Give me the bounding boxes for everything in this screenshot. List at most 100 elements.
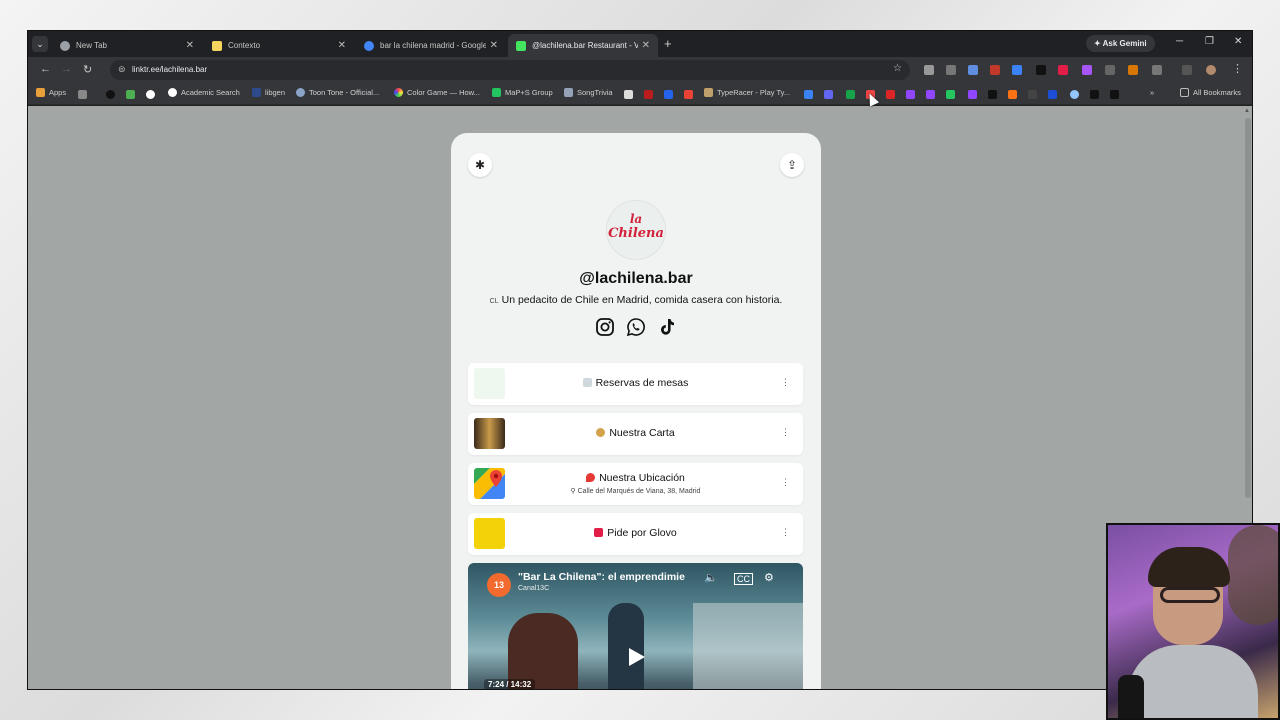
tiktok-icon[interactable] bbox=[988, 90, 997, 99]
tiktok-icon[interactable] bbox=[657, 317, 677, 337]
bookmark-icon[interactable] bbox=[664, 90, 673, 99]
forward-icon[interactable]: → bbox=[61, 63, 72, 75]
link-reservas[interactable]: Reservas de mesas ⋮ bbox=[468, 363, 803, 405]
bookmark-icon[interactable] bbox=[106, 90, 115, 99]
close-window-icon[interactable]: ✕ bbox=[1234, 36, 1242, 47]
bookmark-apps[interactable]: Apps bbox=[36, 88, 66, 97]
scrollbar-thumb[interactable] bbox=[1245, 118, 1251, 498]
restore-icon[interactable]: ❐ bbox=[1205, 36, 1214, 47]
grid-icon[interactable] bbox=[78, 90, 87, 99]
reading-list-icon[interactable] bbox=[1182, 65, 1192, 75]
extension-icon[interactable] bbox=[924, 65, 934, 75]
puzzle-icon[interactable] bbox=[1152, 65, 1162, 75]
tab-contexto[interactable]: Contexto ✕ bbox=[204, 34, 354, 57]
link-text: Nuestra Ubicación bbox=[599, 472, 685, 484]
bookmark-icon[interactable] bbox=[1070, 90, 1079, 99]
bookmark-typeracer[interactable]: TypeRacer - Play Ty... bbox=[704, 88, 790, 97]
extension-icon[interactable] bbox=[1105, 65, 1115, 75]
more-options-icon[interactable]: ⋮ bbox=[781, 527, 790, 538]
bookmark-icon[interactable] bbox=[1008, 90, 1017, 99]
close-icon[interactable]: ✕ bbox=[642, 40, 650, 51]
twitch-icon[interactable] bbox=[968, 90, 977, 99]
twitch-icon[interactable] bbox=[926, 90, 935, 99]
link-carta[interactable]: Nuestra Carta ⋮ bbox=[468, 413, 803, 455]
bookmark-toon-tone[interactable]: Toon Tone - Official... bbox=[296, 88, 379, 97]
bookmark-star-icon[interactable]: ☆ bbox=[893, 63, 902, 74]
new-tab-button[interactable]: + bbox=[664, 36, 672, 51]
instagram-icon[interactable] bbox=[595, 317, 615, 337]
close-icon[interactable]: ✕ bbox=[338, 40, 346, 51]
bookmark-libgen[interactable]: libgen bbox=[252, 88, 285, 97]
captions-icon[interactable]: CC bbox=[734, 573, 753, 585]
all-bookmarks[interactable]: All Bookmarks bbox=[1180, 88, 1241, 97]
more-options-icon[interactable]: ⋮ bbox=[781, 377, 790, 388]
link-text: Nuestra Carta bbox=[609, 427, 675, 439]
link-text: Reservas de mesas bbox=[595, 377, 689, 389]
reload-icon[interactable]: ↻ bbox=[83, 63, 92, 76]
scroll-up-icon[interactable]: ▲ bbox=[1244, 108, 1250, 114]
whatsapp-icon[interactable] bbox=[626, 317, 646, 337]
extension-icon[interactable] bbox=[1082, 65, 1092, 75]
linktree-logo-icon[interactable]: ✱ bbox=[468, 153, 492, 177]
more-options-icon[interactable]: ⋮ bbox=[781, 477, 790, 488]
minimize-icon[interactable]: ─ bbox=[1176, 36, 1183, 47]
video-player[interactable]: 13 "Bar La Chilena": el emprendimie Cana… bbox=[468, 563, 803, 689]
site-info-icon[interactable]: ⊜ bbox=[118, 64, 126, 75]
twitch-icon[interactable] bbox=[906, 90, 915, 99]
x-icon[interactable] bbox=[1110, 90, 1119, 99]
bookmark-icon[interactable] bbox=[644, 90, 653, 99]
link-ubicacion[interactable]: Nuestra Ubicación ⚲ Calle del Marqués de… bbox=[468, 463, 803, 505]
extension-icon[interactable] bbox=[1012, 65, 1022, 75]
avatar[interactable] bbox=[1206, 65, 1216, 75]
kick-icon[interactable] bbox=[946, 90, 955, 99]
extension-icon[interactable] bbox=[990, 65, 1000, 75]
bookmark-icon[interactable] bbox=[1028, 90, 1037, 99]
tab-search-icon[interactable]: ⌄ bbox=[32, 36, 48, 52]
volume-icon[interactable]: 🔈 bbox=[704, 571, 718, 584]
bookmark-icon[interactable] bbox=[886, 90, 895, 99]
more-options-icon[interactable]: ⋮ bbox=[781, 427, 790, 438]
play-icon[interactable] bbox=[624, 645, 648, 669]
tab-strip: ⌄ New Tab ✕ Contexto ✕ bar la chilena ma… bbox=[28, 31, 1252, 57]
drive-icon[interactable] bbox=[846, 90, 855, 99]
close-icon[interactable]: ✕ bbox=[186, 40, 194, 51]
extension-icon[interactable] bbox=[1128, 65, 1138, 75]
tab-new-tab[interactable]: New Tab ✕ bbox=[52, 34, 202, 57]
address-text: Calle del Marqués de Viana, 38, Madrid bbox=[577, 488, 701, 495]
bookmark-icon[interactable] bbox=[824, 90, 833, 99]
x-icon[interactable] bbox=[1090, 90, 1099, 99]
tab-google-search[interactable]: bar la chilena madrid - Google ✕ bbox=[356, 34, 506, 57]
extension-icon[interactable] bbox=[1036, 65, 1046, 75]
social-icons bbox=[451, 317, 821, 337]
bookmark-color-game[interactable]: Color Game — How... bbox=[394, 88, 480, 97]
back-icon[interactable]: ← bbox=[40, 63, 51, 75]
bookmark-icon[interactable] bbox=[804, 90, 813, 99]
video-title[interactable]: "Bar La Chilena": el emprendimie bbox=[518, 571, 688, 583]
bookmark-songtrivia[interactable]: SongTrivia bbox=[564, 88, 613, 97]
more-bookmarks-icon[interactable]: » bbox=[1150, 88, 1154, 97]
gmail-icon[interactable] bbox=[684, 90, 693, 99]
bookmark-icon[interactable] bbox=[146, 90, 155, 99]
bookmark-icon[interactable] bbox=[126, 90, 135, 99]
extension-icon[interactable] bbox=[1058, 65, 1068, 75]
scrollbar[interactable]: ▲ bbox=[1244, 108, 1252, 518]
shield-icon[interactable] bbox=[624, 90, 633, 99]
link-text: Pide por Glovo bbox=[607, 527, 677, 539]
ask-gemini-button[interactable]: ✦ Ask Gemini bbox=[1086, 35, 1155, 52]
close-icon[interactable]: ✕ bbox=[490, 40, 498, 51]
share-icon[interactable]: ⇪ bbox=[780, 153, 804, 177]
bookmark-icon[interactable] bbox=[1048, 90, 1057, 99]
menu-icon[interactable]: ⋮ bbox=[1232, 62, 1243, 75]
address-bar[interactable]: ⊜ linktr.ee/lachilena.bar ☆ bbox=[110, 60, 910, 80]
bookmark-label: SongTrivia bbox=[577, 88, 613, 97]
video-channel[interactable]: Canal13C bbox=[518, 585, 549, 592]
tab-title: bar la chilena madrid - Google bbox=[380, 41, 486, 50]
bookmark-maps-group[interactable]: MaP+S Group bbox=[492, 88, 553, 97]
tab-linktree[interactable]: @lachilena.bar Restaurant - Va ✕ bbox=[508, 34, 658, 57]
settings-gear-icon[interactable]: ⚙ bbox=[764, 571, 774, 584]
extension-icon[interactable] bbox=[946, 65, 956, 75]
link-glovo[interactable]: Pide por Glovo ⋮ bbox=[468, 513, 803, 555]
bookmark-academic-search[interactable]: Academic Search bbox=[168, 88, 240, 97]
extension-icon[interactable] bbox=[968, 65, 978, 75]
channel-logo[interactable]: 13 bbox=[487, 573, 511, 597]
